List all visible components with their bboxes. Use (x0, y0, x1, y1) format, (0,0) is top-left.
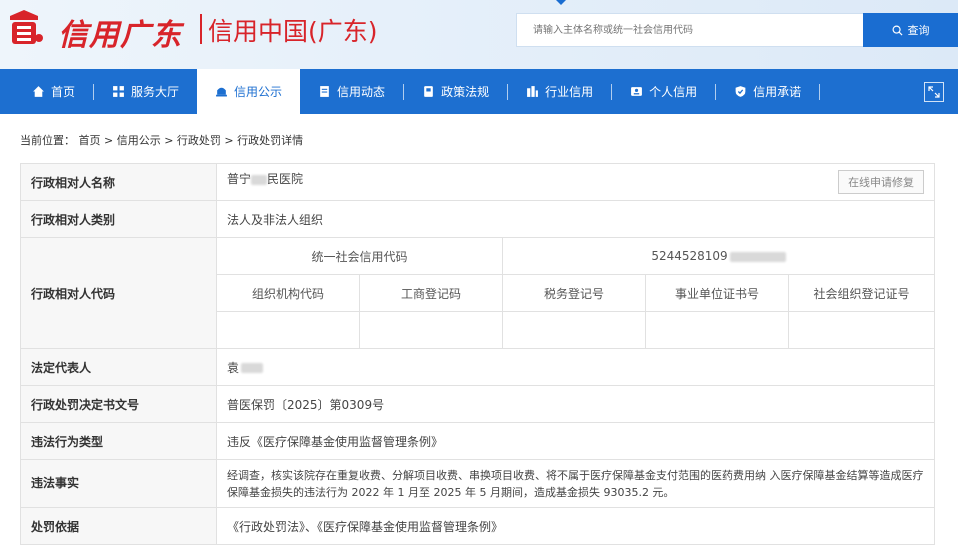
logo-emblem-icon[interactable] (4, 8, 46, 48)
org-code-header: 组织机构代码 (216, 274, 360, 312)
document-icon (320, 86, 329, 97)
subject-type-label: 行政相对人类别 (20, 200, 217, 238)
redacted-mark (729, 251, 786, 262)
search-icon (892, 25, 903, 36)
subject-code-label: 行政相对人代码 (20, 237, 217, 349)
subject-name-prefix: 普宁 (227, 172, 252, 186)
uscc-value: 5244528109 (651, 249, 728, 263)
table-row: 行政相对人代码 统一社会信用代码 5244528109 (20, 237, 936, 349)
table-row: 违法行为类型 违反《医疗保障基金使用监督管理条例》 (20, 422, 936, 460)
search-bar: 查询 (516, 13, 958, 47)
nav-item-label: 首页 (51, 85, 76, 99)
table-row: 行政处罚决定书文号 普医保罚〔2025〕第0309号 (20, 385, 936, 423)
institution-cert-value (645, 311, 789, 349)
uscc-label: 统一社会信用代码 (216, 237, 503, 275)
bell-icon (216, 87, 227, 97)
institution-cert-header: 事业单位证书号 (645, 274, 789, 312)
subject-name-suffix: 民医院 (267, 172, 304, 186)
business-reg-header: 工商登记码 (359, 274, 503, 312)
nav-item-credit-publicity[interactable]: 信用公示 (197, 69, 301, 114)
breadcrumb-path[interactable]: 首页 > 信用公示 > 行政处罚 > 行政处罚详情 (79, 134, 304, 147)
social-org-cert-value (787, 311, 936, 349)
nav-item-label: 政策法规 (441, 85, 490, 99)
nav-item-policy[interactable]: 政策法规 (404, 69, 507, 114)
book-icon (424, 86, 433, 97)
legal-rep-value: 袁 (227, 360, 240, 375)
breadcrumb-prefix: 当前位置： (20, 134, 75, 147)
violation-type-value: 违反《医疗保障基金使用监督管理条例》 (215, 422, 936, 460)
logo-divider (200, 14, 202, 44)
main-nav: 首页 服务大厅 信用公示 信用动态 政策法规 行业信用 个人信用 信用承诺 (0, 69, 958, 114)
search-button[interactable]: 查询 (863, 13, 958, 47)
penalty-detail-table: 行政相对人名称 普宁 民医院 在线申请修复 行政相对人类别 法人及非法人组织 行政… (20, 163, 936, 545)
breadcrumb: 当前位置： 首页 > 信用公示 > 行政处罚 > 行政处罚详情 (20, 132, 303, 148)
nav-separator (819, 83, 821, 100)
table-row: 违法事实 经调查，核实该院存在重复收费、分解项目收费、串换项目收费、将不属于医疗… (20, 459, 936, 508)
search-button-label: 查询 (907, 24, 930, 37)
tax-reg-header: 税务登记号 (502, 274, 646, 312)
table-row: 行政相对人名称 普宁 民医院 在线申请修复 (20, 163, 936, 201)
legal-rep-cell: 袁 (215, 348, 936, 386)
org-code-value (216, 311, 360, 349)
nav-item-label: 信用公示 (234, 85, 283, 99)
nav-item-home[interactable]: 首页 (14, 69, 93, 114)
nav-item-service-hall[interactable]: 服务大厅 (94, 69, 197, 114)
table-row: 法定代表人 袁 (20, 348, 936, 386)
table-row: 行政相对人类别 法人及非法人组织 (20, 200, 936, 238)
violation-type-label: 违法行为类型 (20, 422, 217, 460)
nav-item-credit-news[interactable]: 信用动态 (300, 69, 403, 114)
nav-item-label: 信用承诺 (753, 85, 802, 99)
subject-name-cell: 普宁 民医院 在线申请修复 (215, 163, 936, 201)
search-input[interactable] (516, 13, 863, 47)
nav-item-credit-commitment[interactable]: 信用承诺 (716, 69, 819, 114)
online-repair-button[interactable]: 在线申请修复 (838, 170, 925, 194)
nav-item-label: 个人信用 (649, 85, 698, 99)
logo-text[interactable]: 信用广东 (58, 10, 182, 54)
nav-item-label: 信用动态 (337, 85, 386, 99)
site-header: 信用广东 信用中国(广东) 查询 (0, 0, 958, 69)
decision-no-value: 普医保罚〔2025〕第0309号 (215, 385, 936, 423)
expand-button[interactable] (924, 82, 944, 102)
subject-type-value: 法人及非法人组织 (215, 200, 936, 238)
facts-value: 经调查，核实该院存在重复收费、分解项目收费、串换项目收费、将不属于医疗保障基金支… (215, 459, 936, 508)
nav-item-label: 服务大厅 (131, 85, 180, 99)
redacted-mark (241, 363, 264, 373)
nav-item-personal-credit[interactable]: 个人信用 (612, 69, 715, 114)
nav-item-label: 行业信用 (545, 85, 594, 99)
grid-icon (113, 86, 124, 97)
legal-rep-label: 法定代表人 (20, 348, 217, 386)
nav-item-industry-credit[interactable]: 行业信用 (508, 69, 611, 114)
building-icon (527, 86, 538, 97)
subject-name-label: 行政相对人名称 (20, 163, 217, 201)
logo-subtitle[interactable]: 信用中国(广东) (208, 12, 378, 48)
shield-icon (735, 86, 746, 97)
home-icon (33, 86, 44, 97)
uscc-value-cell: 5244528109 (501, 237, 936, 275)
tax-reg-value (502, 311, 646, 349)
social-org-cert-header: 社会组织登记证号 (787, 274, 936, 312)
decision-no-label: 行政处罚决定书文号 (20, 385, 217, 423)
id-card-icon (631, 87, 643, 96)
business-reg-value (359, 311, 503, 349)
expand-icon (928, 86, 940, 98)
search-caret-icon (556, 0, 566, 5)
facts-label: 违法事实 (20, 459, 217, 508)
redacted-mark (251, 174, 268, 185)
